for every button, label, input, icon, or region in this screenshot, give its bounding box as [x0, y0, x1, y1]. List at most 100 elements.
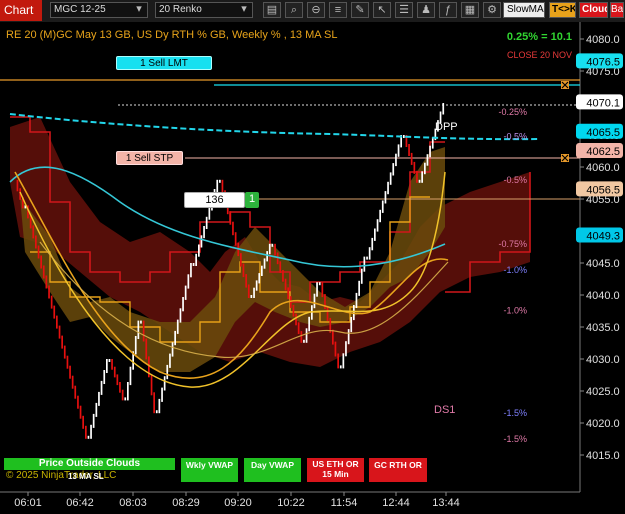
wkly-vwap-button[interactable]: Wkly VWAP	[181, 458, 238, 482]
percent-level-label: -1.5%	[503, 408, 527, 418]
renko-down-brick	[321, 282, 324, 298]
percent-level-label: -0.25%	[498, 107, 527, 117]
renko-up-brick	[106, 359, 108, 373]
renko-down-brick	[292, 304, 295, 317]
price-chart[interactable]: RE 20 (M)GC May 13 GB, US Dy RTH % GB, W…	[0, 22, 625, 514]
renko-down-brick	[247, 284, 250, 298]
renko-down-brick	[276, 252, 279, 265]
renko-down-brick	[287, 287, 289, 300]
time-tick-label: 08:29	[172, 497, 200, 509]
position-quantity[interactable]: 136	[184, 192, 245, 208]
chart-style-icon[interactable]: ≡	[329, 2, 347, 18]
renko-down-brick	[116, 374, 119, 386]
renko-up-brick	[424, 162, 426, 175]
renko-up-brick	[158, 398, 161, 414]
renko-up-brick	[389, 172, 392, 185]
renko-up-brick	[303, 339, 305, 343]
renko-up-brick	[395, 153, 397, 167]
renko-up-brick	[376, 219, 379, 232]
renko-up-brick	[134, 336, 137, 355]
renko-up-brick	[198, 244, 200, 257]
renko-up-brick	[397, 144, 400, 157]
renko-down-brick	[42, 265, 45, 279]
caret-down-icon[interactable]: ▾	[132, 2, 146, 18]
renko-down-brick	[50, 295, 53, 309]
time-tick-label: 11:54	[331, 497, 358, 509]
templates-icon[interactable]: ▦	[461, 2, 479, 18]
tk-button[interactable]: T<>K	[549, 2, 576, 18]
renko-up-brick	[187, 274, 190, 289]
renko-up-brick	[208, 207, 211, 220]
cursor-icon[interactable]: ↖	[373, 2, 391, 18]
chart-menu-button[interactable]: Chart	[0, 0, 42, 21]
percent-stat: 0.25% = 10.1	[507, 31, 572, 43]
renko-up-brick	[363, 256, 366, 272]
price-tick-label: 4025.0	[586, 386, 620, 398]
renko-down-brick	[40, 255, 42, 269]
settings-icon[interactable]: ⚙	[483, 2, 501, 18]
renko-up-brick	[250, 295, 253, 298]
renko-up-brick	[403, 135, 405, 138]
renko-down-brick	[74, 385, 77, 399]
time-tick-label: 13:44	[432, 497, 460, 509]
indicators-icon[interactable]: ƒ	[439, 2, 457, 18]
sell-lmt-order-label[interactable]: 1 Sell LMT	[116, 56, 212, 70]
renko-up-brick	[161, 387, 163, 402]
position-count[interactable]: 1	[245, 192, 259, 208]
renko-down-brick	[416, 170, 418, 183]
time-tick-label: 10:22	[277, 497, 305, 509]
renko-down-brick	[408, 144, 410, 156]
strategies-icon[interactable]: ♟	[417, 2, 435, 18]
magnifier-icon[interactable]: ⌕	[285, 2, 303, 18]
renko-down-brick	[37, 245, 40, 259]
gc-rth-or-button[interactable]: GC RTH OR	[369, 458, 427, 482]
renko-down-brick	[69, 365, 71, 379]
renko-up-brick	[421, 171, 423, 183]
renko-up-brick	[124, 397, 127, 401]
dpp-label: DPP	[435, 121, 458, 133]
renko-up-brick	[98, 391, 100, 406]
renko-down-brick	[334, 341, 337, 357]
renko-down-brick	[284, 278, 287, 291]
cloud-button[interactable]: Cloud	[579, 2, 608, 18]
renko-up-brick	[355, 292, 358, 308]
day-vwap-button[interactable]: Day VWAP	[244, 458, 301, 482]
price-tag-label: 4049.3	[586, 231, 620, 243]
sell-stp-order-label[interactable]: 1 Sell STP	[116, 151, 183, 165]
price-tick-label: 4060.0	[586, 162, 620, 174]
renko-up-brick	[418, 179, 421, 183]
renko-down-brick	[66, 355, 69, 369]
renko-up-brick	[192, 263, 195, 266]
magnifier-minus-icon[interactable]: ⊖	[307, 2, 325, 18]
renko-down-brick	[150, 374, 153, 396]
renko-up-brick	[374, 228, 376, 241]
renko-up-brick	[318, 282, 321, 286]
pencil-icon[interactable]: ✎	[351, 2, 369, 18]
ds1-label: DS1	[434, 404, 455, 416]
renko-down-brick	[71, 375, 74, 389]
slowma-button[interactable]: SlowMA	[503, 2, 545, 18]
renko-up-brick	[163, 376, 166, 391]
chart-toolbar: Chart MGC 12-25 20 Renko ▾ ▾ ▤ ⌕ ⊖ ≡ ✎ ↖ ☰ ♟ ƒ ▦ ⚙ S…	[0, 0, 625, 23]
bar-button[interactable]: Bar	[610, 2, 624, 18]
bar-chart-icon[interactable]: ▤	[263, 2, 281, 18]
renko-up-brick	[200, 235, 203, 248]
caret-down-icon[interactable]: ▾	[237, 2, 251, 18]
renko-down-brick	[300, 331, 303, 343]
renko-down-brick	[337, 353, 339, 369]
us-eth-or-button[interactable]: US ETH OR 15 Min	[307, 458, 364, 482]
percent-level-label: -1.0%	[503, 265, 527, 275]
renko-up-brick	[316, 282, 318, 297]
renko-down-brick	[413, 161, 416, 174]
renko-down-brick	[295, 313, 297, 326]
price-tick-label: 4080.0	[586, 34, 620, 46]
renko-up-brick	[103, 370, 106, 384]
properties-icon[interactable]: ☰	[395, 2, 413, 18]
renko-up-brick	[358, 280, 360, 296]
renko-up-brick	[190, 263, 192, 278]
renko-down-brick	[82, 415, 84, 429]
renko-up-brick	[360, 268, 363, 284]
time-tick-label: 12:44	[382, 497, 410, 509]
renko-down-brick	[274, 243, 276, 256]
renko-up-brick	[171, 342, 174, 357]
